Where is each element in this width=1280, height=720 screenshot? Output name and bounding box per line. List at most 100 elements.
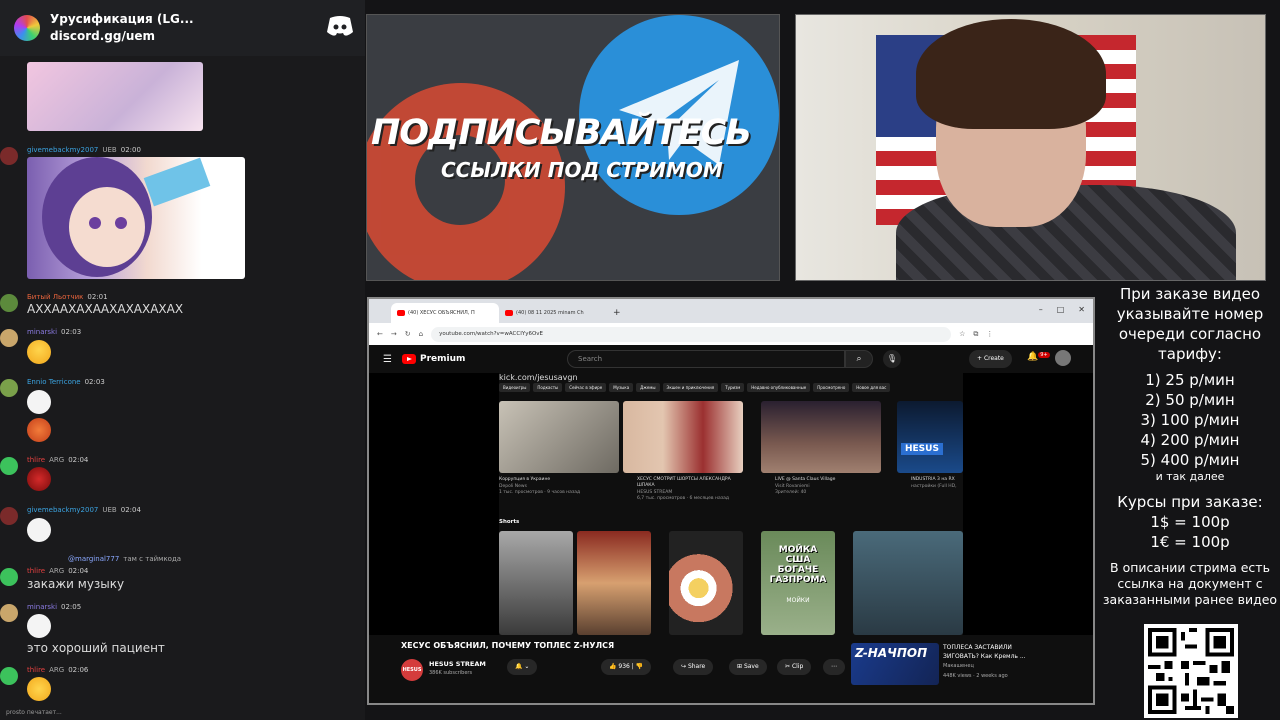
avatar[interactable] — [0, 667, 18, 685]
red-devil-emoji — [27, 467, 51, 491]
search-input[interactable]: Search — [567, 350, 845, 368]
related-video-meta: 448K views · 2 weeks ago — [943, 673, 1008, 679]
extensions-icon[interactable]: ⧉ — [973, 330, 978, 339]
youtube-play-icon — [401, 354, 416, 364]
avatar[interactable] — [0, 379, 18, 397]
account-avatar[interactable] — [1055, 350, 1071, 366]
avatar[interactable] — [0, 147, 18, 165]
chip[interactable]: Подкасты — [533, 383, 563, 392]
avatar[interactable] — [0, 507, 18, 525]
anime-image-embed[interactable] — [27, 62, 203, 131]
youtube-favicon-icon — [397, 310, 405, 316]
chip[interactable]: Туризм — [721, 383, 745, 392]
youtube-logo[interactable]: Premium — [401, 354, 465, 364]
create-button[interactable]: + Create — [969, 350, 1012, 368]
chip[interactable]: Джемы — [636, 383, 660, 392]
filter-chips: Видеоигры Подкасты Сейчас в эфире Музыка… — [499, 383, 891, 392]
reply-mention[interactable]: @marginal777 — [68, 555, 119, 563]
youtube-favicon-icon — [505, 310, 513, 316]
short-subcaption: МОЙКИ — [786, 597, 810, 604]
message-text: АХХААХАХААХАХАХАХАХ — [27, 302, 184, 316]
browser-tab[interactable]: (40) 08 11 2025 minam Ch — [499, 303, 607, 323]
hamburger-menu-icon[interactable]: ☰ — [383, 354, 392, 365]
timestamp: 02:04 — [120, 506, 141, 514]
channel-avatar[interactable]: HESUS — [401, 659, 423, 681]
video-thumbnail[interactable] — [623, 401, 743, 473]
short-thumbnail[interactable] — [577, 531, 651, 635]
short-thumbnail[interactable]: МОЙКА США БОГАЧЕ ГАЗПРОМА МОЙКИ — [761, 531, 835, 635]
timestamp: 02:04 — [68, 567, 89, 575]
avatar[interactable] — [0, 457, 18, 475]
author-name[interactable]: thlire — [27, 456, 45, 464]
chip[interactable]: Видеоигры — [499, 383, 531, 392]
related-video-title[interactable]: ТОПЛЕСА ЗАСТАВИЛИ ЗИГОВАТЬ? Как Кремль .… — [943, 643, 1043, 661]
bookmark-star-icon[interactable]: ☆ — [959, 330, 965, 338]
video-thumbnail[interactable] — [499, 401, 619, 473]
watermark-url: kick.com/jesusavgn — [499, 373, 578, 382]
video-title[interactable]: INDUSTRIA 3 на RX — [911, 477, 963, 483]
chip[interactable]: Музыка — [609, 383, 634, 392]
clip-button[interactable]: ✂ Clip — [777, 659, 812, 675]
video-thumbnail[interactable] — [761, 401, 881, 473]
author-name[interactable]: minarski — [27, 328, 57, 336]
short-thumbnail[interactable] — [669, 531, 743, 635]
video-player[interactable]: kick.com/jesusavgn Видеоигры Подкасты Се… — [369, 373, 1093, 635]
avatar[interactable] — [0, 294, 18, 312]
chip[interactable]: Экшен и приключения — [662, 383, 719, 392]
home-icon[interactable]: ⌂ — [419, 330, 423, 338]
anime-girl-image-embed[interactable] — [27, 157, 245, 279]
qr-code[interactable] — [1144, 624, 1238, 718]
avatar[interactable] — [0, 329, 18, 347]
short-thumbnail[interactable] — [499, 531, 573, 635]
microphone-icon[interactable]: 🎙 — [883, 350, 901, 368]
author-name[interactable]: givemebackmy2007 — [27, 506, 98, 514]
author-name[interactable]: Ennio Terricone — [27, 378, 81, 386]
minimize-icon[interactable]: – — [1039, 305, 1043, 314]
video-channel[interactable]: настройки (Full HD, — [911, 484, 963, 490]
author-name[interactable]: thlire — [27, 666, 45, 674]
short-thumbnail[interactable] — [853, 531, 963, 635]
video-thumbnail[interactable]: HESUS — [897, 401, 963, 473]
author-name[interactable]: givemebackmy2007 — [27, 146, 98, 154]
reload-icon[interactable]: ↻ — [405, 330, 411, 338]
browser-tab-active[interactable]: (40) ХЕСУС ОБЪЯСНИЛ, П — [391, 303, 499, 323]
chip[interactable]: Новое для вас — [852, 383, 891, 392]
share-button[interactable]: ↪ Share — [673, 659, 714, 675]
order-instructions: При заказе видео указывайте номер очеред… — [1116, 285, 1264, 363]
search-icon[interactable]: ⌕ — [845, 350, 873, 368]
notifications-bell-icon[interactable]: 🔔 9+ — [1027, 352, 1050, 362]
video-title[interactable]: LIVE @ Santa Claus Village — [775, 477, 875, 483]
url-input[interactable]: youtube.com/watch?v=wACCIYy6OvE — [431, 326, 952, 342]
maximize-icon[interactable]: □ — [1057, 305, 1065, 314]
menu-dots-icon[interactable]: ⋮ — [986, 330, 993, 338]
timestamp: 02:06 — [68, 666, 89, 674]
author-name[interactable]: thlire — [27, 567, 45, 575]
chip[interactable]: Сейчас в эфире — [565, 383, 607, 392]
author-name[interactable]: Битый Льотчик — [27, 293, 83, 301]
laughing-crying-emoji — [27, 340, 51, 364]
avatar[interactable] — [0, 568, 18, 586]
author-name[interactable]: minarski — [27, 603, 57, 611]
more-actions-button[interactable]: ⋯ — [823, 659, 845, 675]
forward-icon[interactable]: → — [391, 330, 397, 338]
chip[interactable]: Недавно опубликованные — [747, 383, 811, 392]
save-button[interactable]: ⊞ Save — [729, 659, 767, 675]
new-tab-button[interactable]: + — [607, 303, 623, 323]
close-icon[interactable]: ✕ — [1078, 305, 1085, 314]
avatar[interactable] — [0, 604, 18, 622]
rate-item: 1$ = 100р — [1150, 513, 1230, 531]
timestamp: 02:00 — [120, 146, 141, 154]
back-icon[interactable]: ← — [377, 330, 383, 338]
channel-name[interactable]: HESUS STREAM — [429, 660, 486, 668]
invite-link[interactable]: discord.gg/uem — [50, 28, 194, 45]
related-video-channel[interactable]: Макашенец — [943, 663, 974, 669]
related-video-thumbnail[interactable]: Z-НАЧПОП — [851, 643, 939, 685]
notification-bell-button[interactable]: 🔔 ⌄ — [507, 659, 538, 675]
anime-girl-illustration — [42, 157, 211, 277]
order-info-panel: При заказе видео указывайте номер очеред… — [1100, 284, 1280, 720]
video-title[interactable]: Коррупция в Украине — [499, 477, 617, 483]
timestamp: 02:01 — [87, 293, 108, 301]
video-title[interactable]: ХЕСУС СМОТРИТ ШОРТСЫ АЛЕКСАНДРА ШПАКА — [637, 477, 747, 489]
chip[interactable]: Просмотрено — [813, 383, 850, 392]
like-button[interactable]: 👍 936 | 👎 — [601, 659, 652, 675]
